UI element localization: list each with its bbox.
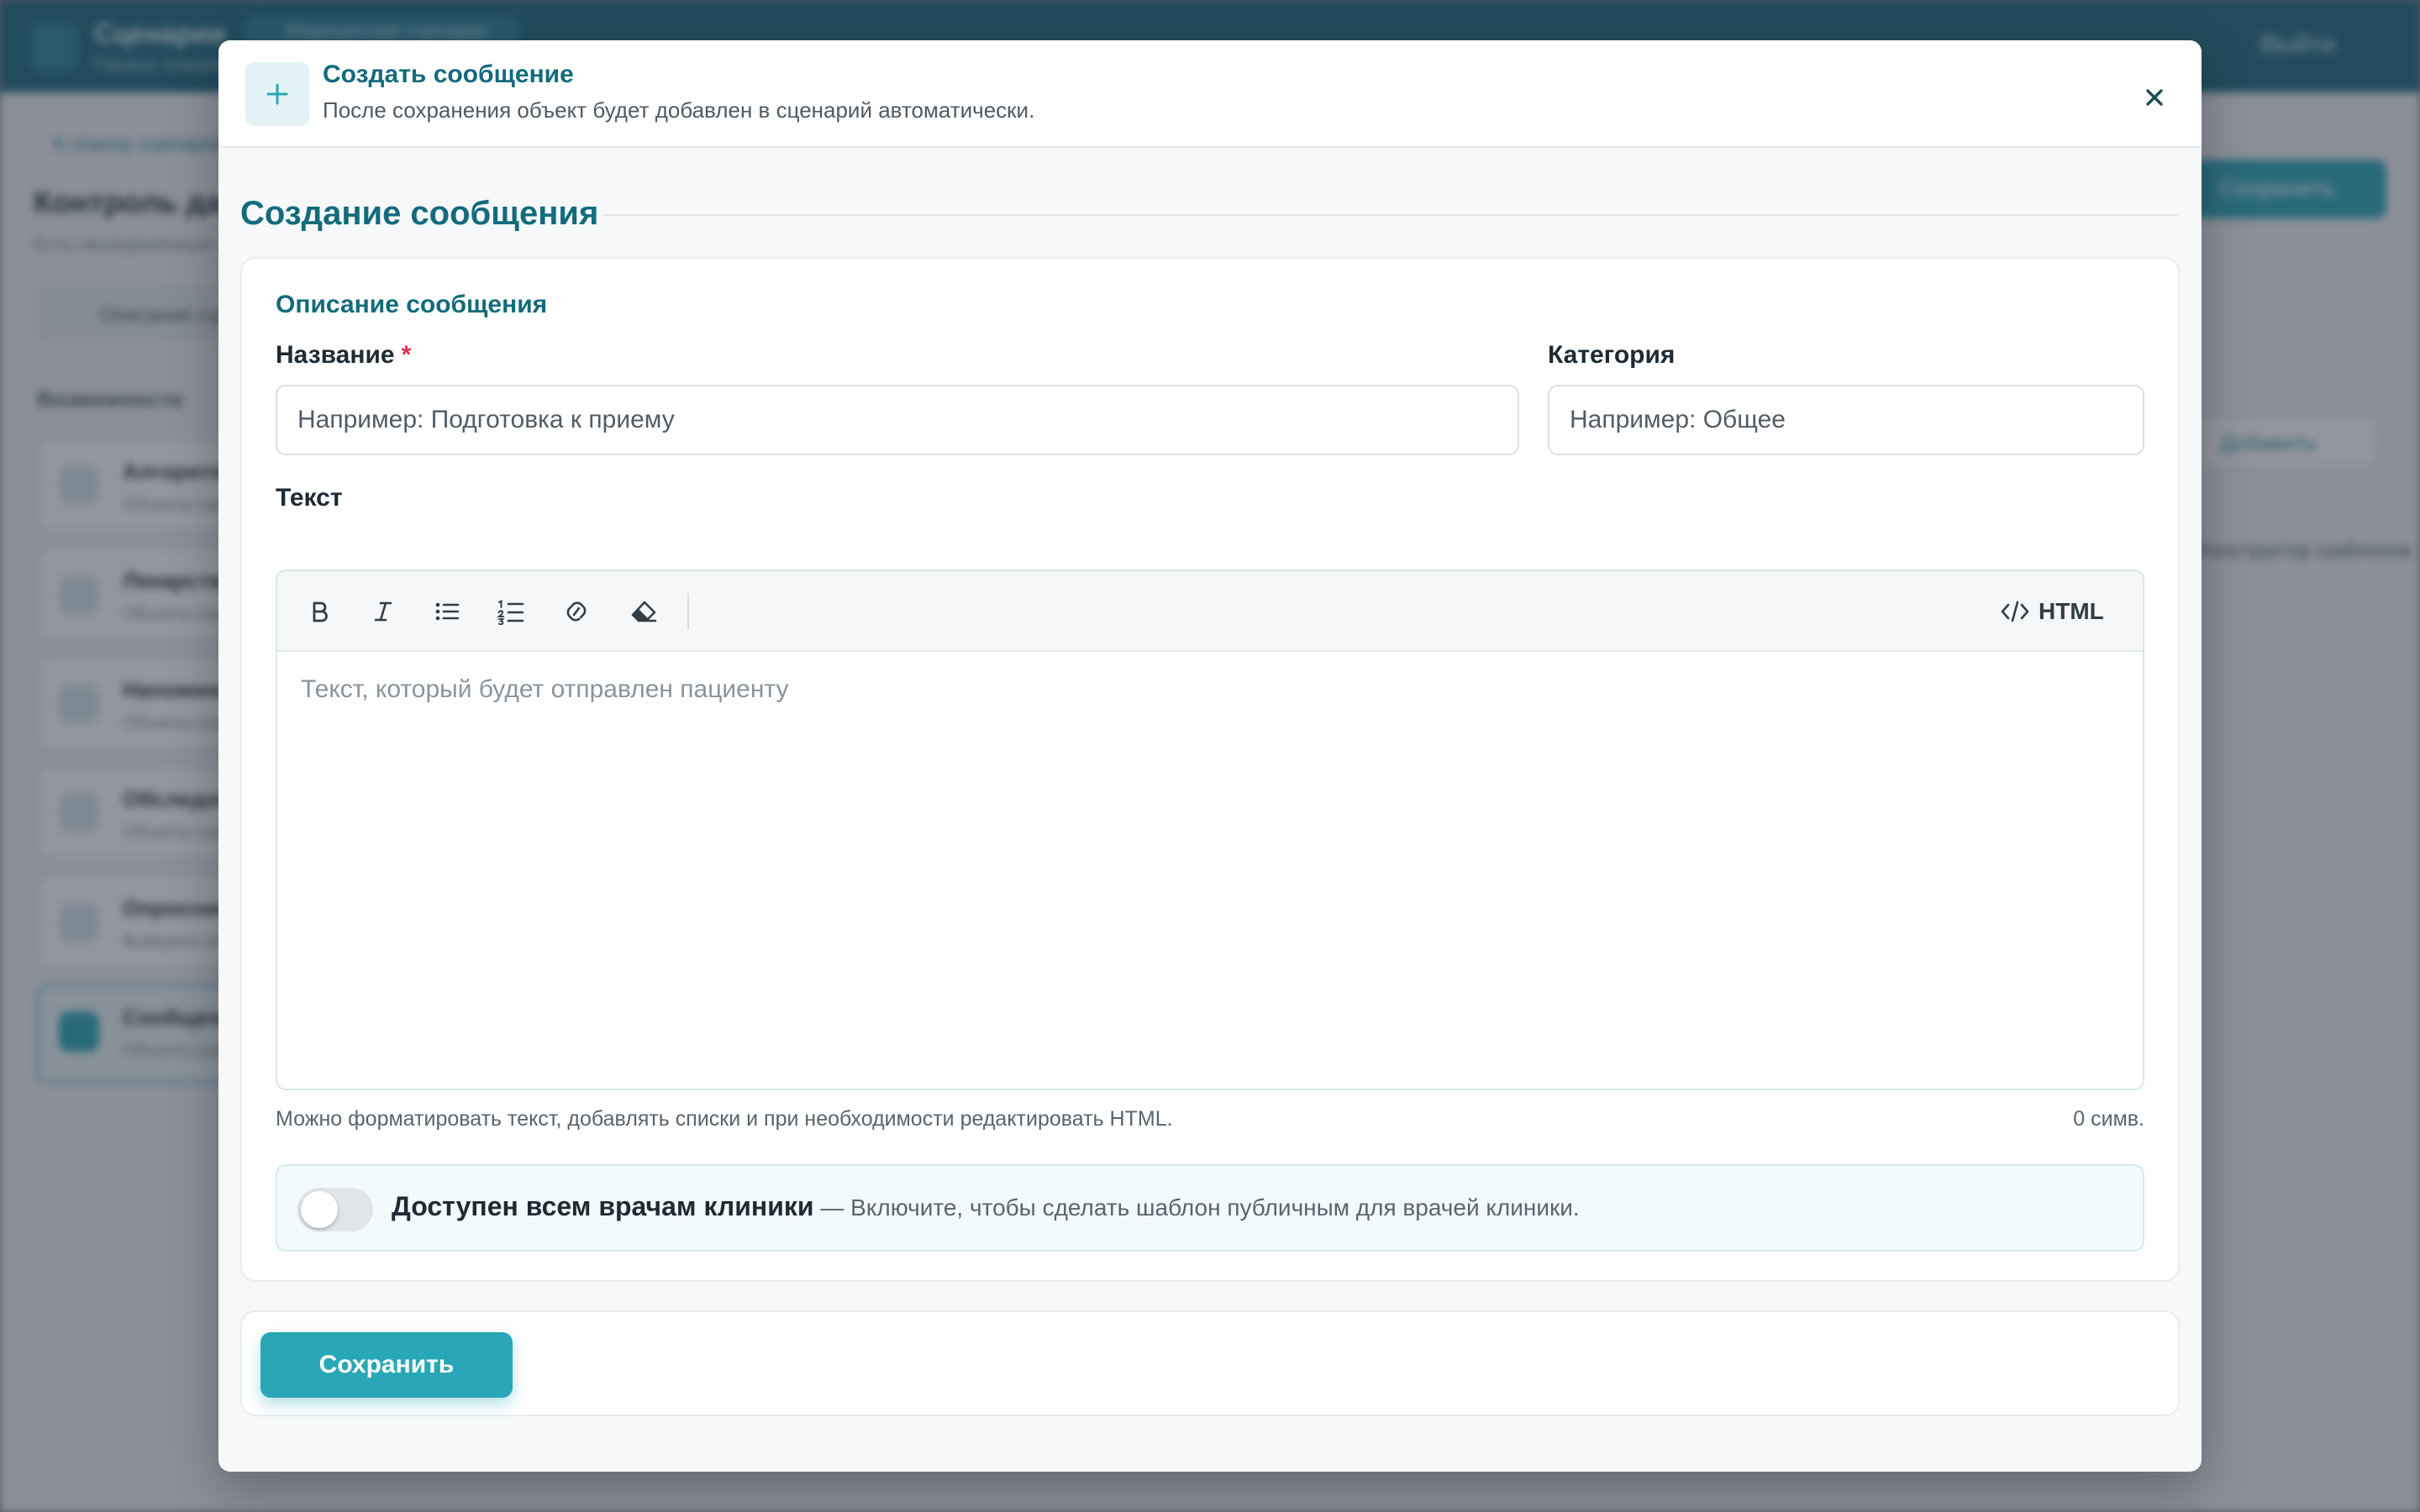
editor-helper-text: Можно форматировать текст, добавлять спи… xyxy=(276,1107,1173,1131)
text-label: Текст xyxy=(276,484,343,512)
editor-content-area[interactable]: Текст, который будет отправлен пациенту xyxy=(277,652,2143,1089)
message-form-card: Описание сообщения Название* Категория Т… xyxy=(240,257,2180,1282)
public-toggle-text: Доступен всем врачам клиники — Включите,… xyxy=(392,1191,1580,1222)
code-icon xyxy=(2001,601,2029,622)
public-toggle-row: Доступен всем врачам клиники — Включите,… xyxy=(276,1164,2144,1252)
section-divider xyxy=(602,214,2178,216)
name-input[interactable] xyxy=(276,385,1519,455)
save-button[interactable]: Сохранить xyxy=(260,1332,513,1398)
html-mode-button[interactable]: HTML xyxy=(2000,590,2126,633)
public-toggle-switch[interactable] xyxy=(297,1188,373,1231)
close-button[interactable] xyxy=(2131,74,2178,121)
bullet-list-icon xyxy=(435,602,460,621)
html-mode-label: HTML xyxy=(2039,598,2104,624)
modal-header: Создать сообщение После сохранения объек… xyxy=(218,40,2202,148)
modal-subtitle: После сохранения объект будет добавлен в… xyxy=(323,97,1035,123)
name-label: Название * xyxy=(276,341,412,369)
public-toggle-description: — Включите, чтобы сделать шаблон публичн… xyxy=(813,1194,1580,1221)
numbered-list-icon xyxy=(497,599,524,625)
toggle-knob xyxy=(301,1191,338,1228)
bold-icon xyxy=(313,601,328,622)
modal-title: Создать сообщение xyxy=(323,60,574,88)
eraser-icon xyxy=(631,601,657,622)
numbered-list-button[interactable] xyxy=(487,588,534,635)
char-counter: 0 симв. xyxy=(2073,1107,2144,1131)
editor-placeholder: Текст, который будет отправлен пациенту xyxy=(301,675,789,703)
required-mark: * xyxy=(401,341,412,369)
close-icon xyxy=(2146,89,2163,106)
bullet-list-button[interactable] xyxy=(424,588,471,635)
italic-button[interactable] xyxy=(360,588,407,635)
plus-icon xyxy=(245,62,309,126)
section-title: Создание сообщения xyxy=(240,195,599,232)
italic-icon xyxy=(374,601,392,622)
clear-format-button[interactable] xyxy=(620,588,667,635)
category-input[interactable] xyxy=(1548,385,2144,455)
card-subtitle: Описание сообщения xyxy=(276,291,548,318)
rich-text-editor: HTML Текст, который будет отправлен паци… xyxy=(276,570,2144,1090)
link-button[interactable] xyxy=(553,588,600,635)
create-message-modal: Создать сообщение После сохранения объек… xyxy=(218,40,2202,1472)
public-toggle-label: Доступен всем врачам клиники xyxy=(392,1191,814,1221)
editor-toolbar: HTML xyxy=(277,571,2143,652)
modal-footer: Сохранить xyxy=(240,1310,2180,1416)
toolbar-separator xyxy=(687,593,689,630)
bold-button[interactable] xyxy=(296,588,343,635)
link-icon xyxy=(566,601,587,622)
category-label: Категория xyxy=(1548,341,1676,369)
